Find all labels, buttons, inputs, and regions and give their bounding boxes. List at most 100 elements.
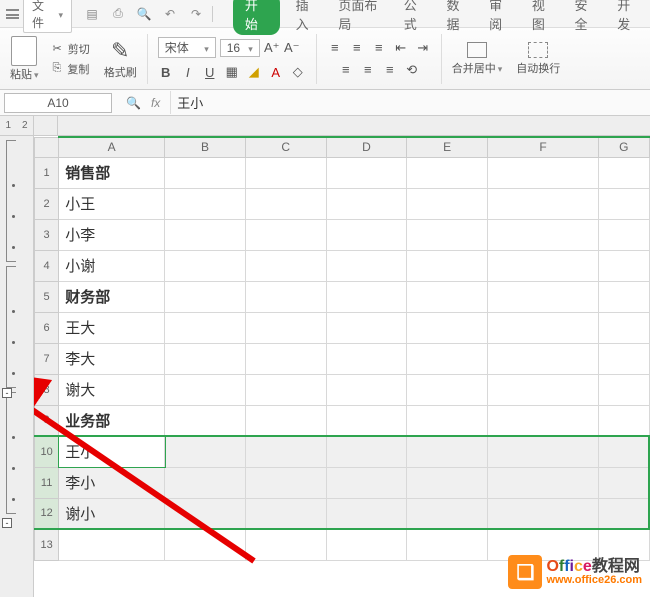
- clear-format-icon[interactable]: ◇: [290, 64, 306, 80]
- tab-dev[interactable]: 开发: [613, 0, 644, 35]
- cell[interactable]: [326, 467, 407, 498]
- paste-button[interactable]: 粘贴: [10, 36, 39, 82]
- cell[interactable]: [599, 343, 650, 374]
- cell[interactable]: 李小: [59, 467, 165, 498]
- cell[interactable]: 王大: [59, 312, 165, 343]
- cell[interactable]: [488, 188, 599, 219]
- cell[interactable]: [165, 343, 246, 374]
- align-middle-icon[interactable]: ≡: [349, 40, 365, 56]
- tab-data[interactable]: 数据: [442, 0, 473, 35]
- font-name-combo[interactable]: 宋体: [158, 37, 216, 58]
- cell[interactable]: [165, 436, 246, 467]
- cell[interactable]: [599, 498, 650, 529]
- orientation-icon[interactable]: ⟲: [404, 62, 420, 78]
- cell[interactable]: [326, 188, 407, 219]
- cell[interactable]: [488, 219, 599, 250]
- cell[interactable]: 小李: [59, 219, 165, 250]
- col-header-D[interactable]: D: [326, 137, 407, 157]
- cell[interactable]: [165, 188, 246, 219]
- preview-icon[interactable]: 🔍: [136, 6, 152, 22]
- cell[interactable]: [407, 250, 488, 281]
- cell[interactable]: [599, 250, 650, 281]
- cell[interactable]: [488, 281, 599, 312]
- merge-center-button[interactable]: 合并居中: [446, 40, 509, 78]
- bold-icon[interactable]: B: [158, 64, 174, 80]
- cell[interactable]: 销售部: [59, 157, 165, 188]
- cell[interactable]: [326, 219, 407, 250]
- row-header[interactable]: 10: [35, 436, 59, 467]
- cell[interactable]: [165, 250, 246, 281]
- cell[interactable]: [599, 219, 650, 250]
- row-header[interactable]: 13: [35, 529, 59, 560]
- cell[interactable]: [326, 374, 407, 405]
- cell[interactable]: [407, 405, 488, 436]
- cell[interactable]: 财务部: [59, 281, 165, 312]
- cell[interactable]: [326, 157, 407, 188]
- outline-level-1[interactable]: 1: [5, 120, 11, 131]
- cell[interactable]: [488, 157, 599, 188]
- cell[interactable]: [326, 436, 407, 467]
- row-header[interactable]: 6: [35, 312, 59, 343]
- italic-icon[interactable]: I: [180, 64, 196, 80]
- cell[interactable]: [165, 281, 246, 312]
- undo-icon[interactable]: ↶: [162, 6, 178, 22]
- cell[interactable]: [165, 374, 246, 405]
- cell[interactable]: [599, 467, 650, 498]
- increase-font-icon[interactable]: A⁺: [264, 40, 280, 56]
- col-header-E[interactable]: E: [407, 137, 488, 157]
- fill-color-icon[interactable]: ◢: [246, 64, 262, 80]
- border-icon[interactable]: ▦: [224, 64, 240, 80]
- cell[interactable]: [165, 157, 246, 188]
- tab-security[interactable]: 安全: [571, 0, 602, 35]
- row-header[interactable]: 12: [35, 498, 59, 529]
- cell[interactable]: [245, 188, 326, 219]
- print-icon[interactable]: ⎙: [110, 6, 126, 22]
- cell[interactable]: [407, 188, 488, 219]
- row-header[interactable]: 8: [35, 374, 59, 405]
- cell[interactable]: [245, 405, 326, 436]
- cell[interactable]: [326, 312, 407, 343]
- cell[interactable]: [245, 498, 326, 529]
- cell[interactable]: [407, 498, 488, 529]
- format-painter-button[interactable]: ✎ 格式刷: [104, 38, 137, 80]
- cell[interactable]: [488, 467, 599, 498]
- cell[interactable]: [407, 281, 488, 312]
- tab-view[interactable]: 视图: [528, 0, 559, 35]
- font-size-combo[interactable]: 16: [220, 39, 260, 57]
- outline-level-2[interactable]: 2: [22, 120, 28, 131]
- cell[interactable]: [407, 343, 488, 374]
- cell[interactable]: [245, 157, 326, 188]
- cell[interactable]: 小谢: [59, 250, 165, 281]
- row-header[interactable]: 2: [35, 188, 59, 219]
- indent-left-icon[interactable]: ⇤: [393, 40, 409, 56]
- row-header[interactable]: 5: [35, 281, 59, 312]
- cell[interactable]: [59, 529, 165, 560]
- cell[interactable]: [245, 343, 326, 374]
- cell[interactable]: [599, 312, 650, 343]
- cut-button[interactable]: ✂ 剪切: [53, 41, 90, 57]
- wrap-text-button[interactable]: 自动换行: [510, 40, 566, 78]
- cell[interactable]: [407, 312, 488, 343]
- cell[interactable]: [407, 219, 488, 250]
- cell[interactable]: [488, 374, 599, 405]
- cell[interactable]: [326, 498, 407, 529]
- cell[interactable]: [599, 188, 650, 219]
- cell[interactable]: [165, 529, 246, 560]
- cell[interactable]: [599, 374, 650, 405]
- row-header[interactable]: 1: [35, 157, 59, 188]
- cell[interactable]: [245, 529, 326, 560]
- cell[interactable]: [407, 529, 488, 560]
- cell[interactable]: [165, 405, 246, 436]
- cell[interactable]: [407, 374, 488, 405]
- cell[interactable]: [245, 219, 326, 250]
- copy-button[interactable]: ⎘ 复制: [53, 61, 90, 77]
- indent-right-icon[interactable]: ⇥: [415, 40, 431, 56]
- cell[interactable]: [326, 343, 407, 374]
- cell[interactable]: [245, 312, 326, 343]
- cell[interactable]: [326, 250, 407, 281]
- cell[interactable]: [326, 281, 407, 312]
- cell[interactable]: [488, 250, 599, 281]
- col-header-F[interactable]: F: [488, 137, 599, 157]
- tab-review[interactable]: 审阅: [485, 0, 516, 35]
- font-color-icon[interactable]: A: [268, 64, 284, 80]
